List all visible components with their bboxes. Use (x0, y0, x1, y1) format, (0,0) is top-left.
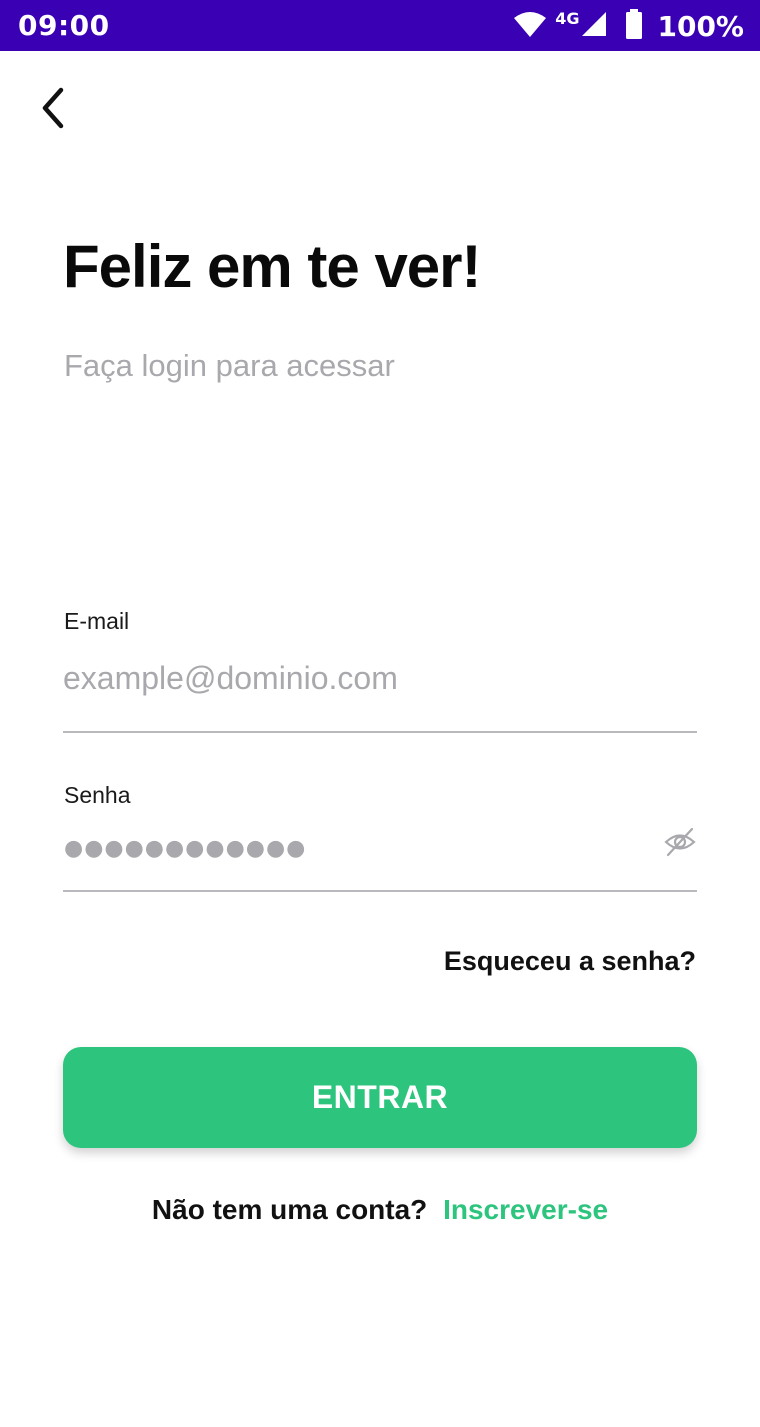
status-time: 09:00 (18, 9, 110, 42)
password-label: Senha (64, 782, 131, 808)
page-title: Feliz em te ver! (63, 233, 482, 300)
signup-prompt: Não tem uma conta? (151, 1194, 428, 1225)
battery-icon (625, 8, 643, 44)
status-bar: 09:00 4G 100% (0, 0, 760, 51)
back-button[interactable] (28, 80, 76, 136)
email-underline (63, 731, 697, 733)
status-icons: 4G 100% (513, 8, 744, 44)
password-input[interactable]: ●●●●●●●●●●●● (64, 836, 306, 861)
password-visibility-toggle[interactable] (660, 822, 700, 862)
login-screen: 09:00 4G 100% Feliz em te ver! Faça logi… (0, 0, 760, 1427)
chevron-left-icon (42, 87, 64, 129)
cell-signal-icon (581, 11, 607, 42)
email-label: E-mail (64, 608, 130, 634)
forgot-password-link[interactable]: Esqueceu a senha? (444, 946, 696, 977)
wifi-icon (513, 10, 547, 43)
email-input[interactable] (63, 656, 697, 700)
eye-off-icon (664, 827, 696, 857)
login-button[interactable]: ENTRAR (63, 1047, 697, 1148)
signup-link[interactable]: Inscrever-se (443, 1194, 608, 1225)
network-type-label: 4G (555, 8, 580, 28)
battery-percent: 100% (657, 9, 744, 43)
signup-row: Não tem uma conta? Inscrever-se (0, 1194, 760, 1226)
password-underline (63, 890, 697, 892)
page-subtitle: Faça login para acessar (64, 348, 395, 383)
